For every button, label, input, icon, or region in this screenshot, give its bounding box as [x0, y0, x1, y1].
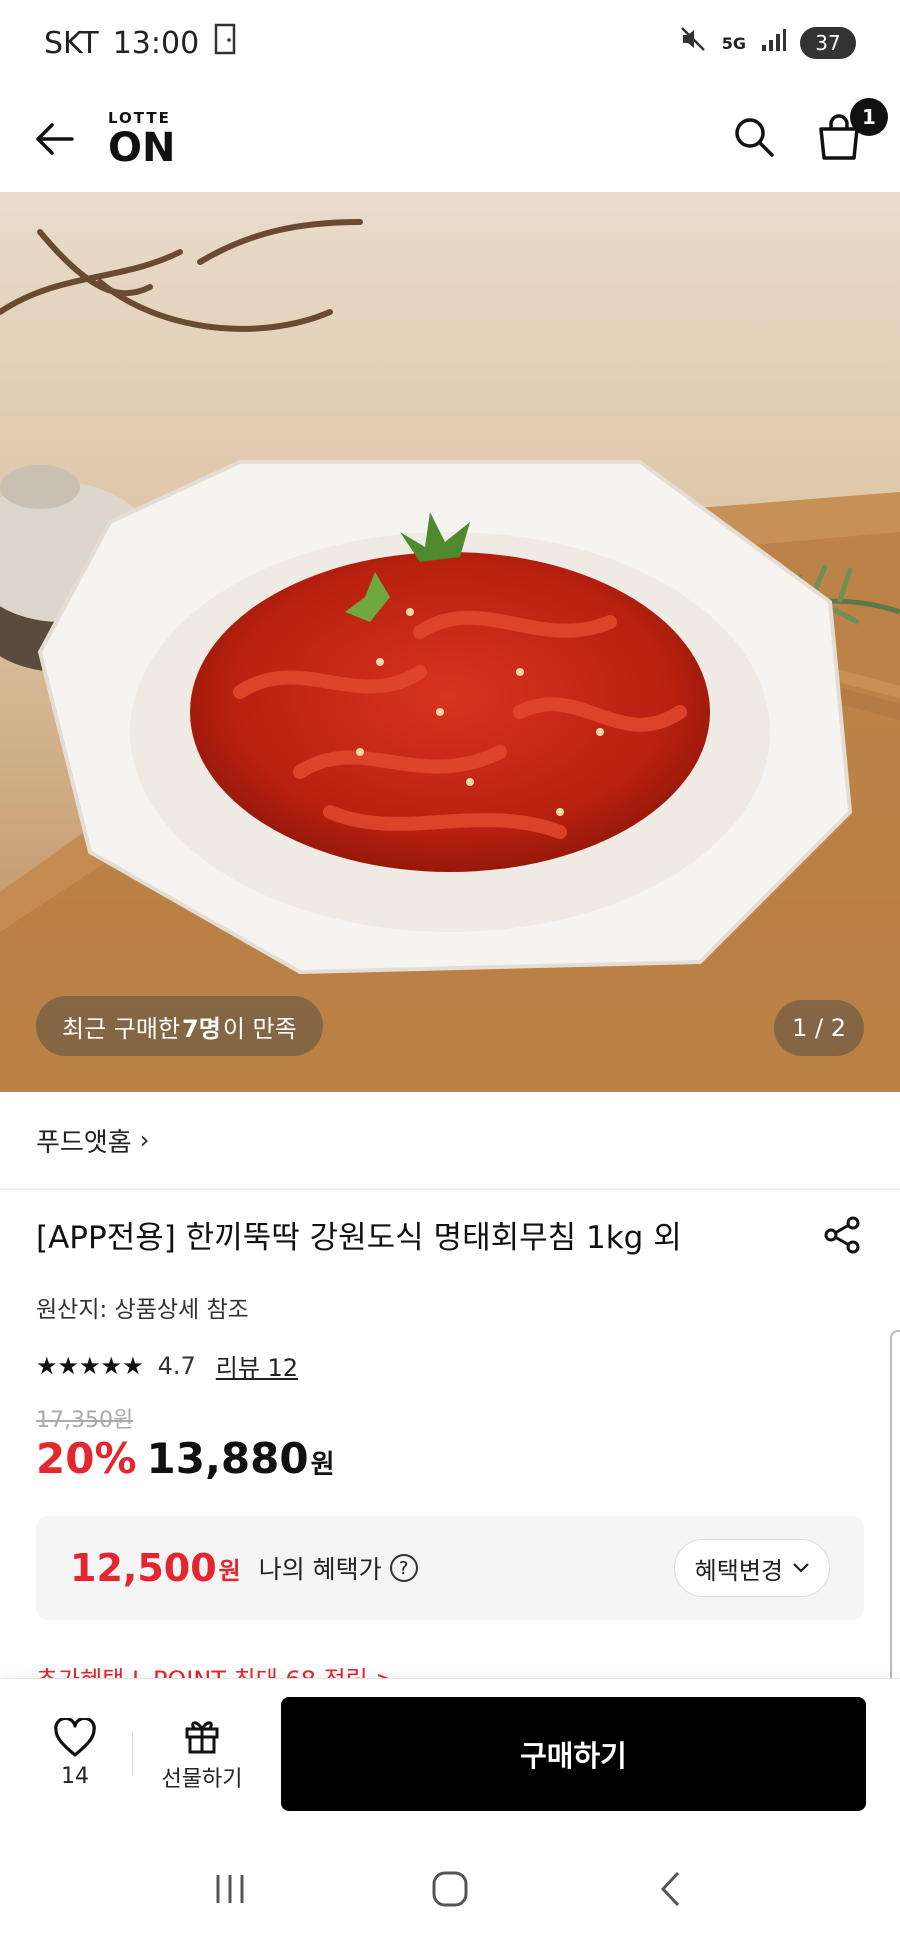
chevron-down-icon — [793, 1563, 809, 1573]
benefit-price: 12,500 — [70, 1546, 217, 1590]
header-actions: 1 — [732, 98, 888, 166]
bottom-action-bar: 14 선물하기 구매하기 — [0, 1678, 900, 1828]
recent-apps-button[interactable] — [200, 1859, 260, 1919]
bar-divider — [132, 1731, 133, 1776]
logo-top-text: LOTTE — [108, 108, 171, 127]
clock: 13:00 — [112, 25, 200, 61]
network-type: 5G — [721, 33, 746, 53]
price-currency: 원 — [310, 1450, 335, 1480]
gift-button[interactable]: 선물하기 — [147, 1715, 257, 1793]
benefit-label: 나의 혜택가 — [258, 1555, 382, 1584]
my-benefit-price-box: 12,500 원 나의 혜택가 ? 혜택변경 — [36, 1516, 864, 1620]
app-header: LOTTE ON 1 — [0, 86, 900, 192]
search-button[interactable] — [732, 115, 776, 163]
product-title-row: [APP전용] 한끼뚝딱 강원도식 명태회무침 1kg 외 — [36, 1212, 864, 1257]
change-benefit-label: 혜택변경 — [694, 1556, 783, 1585]
like-button[interactable]: 14 — [32, 1718, 118, 1789]
star-rating-icon: ★★★★★ — [36, 1351, 144, 1380]
mute-icon — [678, 24, 708, 62]
carrier-label: SKT — [44, 25, 99, 61]
benefit-currency: 원 — [218, 1556, 241, 1585]
change-benefit-button[interactable]: 혜택변경 — [673, 1539, 830, 1597]
product-title: [APP전용] 한끼뚝딱 강원도식 명태회무침 1kg 외 — [36, 1220, 682, 1256]
help-icon[interactable]: ? — [389, 1554, 418, 1582]
back-button[interactable] — [32, 117, 76, 161]
brand-store-link[interactable]: 푸드앳홈 › — [0, 1092, 900, 1190]
heart-icon — [54, 1718, 96, 1757]
gift-label: 선물하기 — [161, 1766, 243, 1792]
image-page-counter: 1 / 2 — [774, 1000, 864, 1056]
chevron-right-icon: › — [139, 1126, 150, 1154]
cart-count-badge: 1 — [850, 98, 888, 136]
home-button[interactable] — [420, 1859, 480, 1919]
signal-icon — [760, 26, 786, 61]
status-left: SKT 13:00 — [44, 23, 239, 63]
product-image-carousel[interactable]: 최근 구매한 7명 이 만족 1 / 2 — [0, 192, 900, 1092]
rating-value: 4.7 — [157, 1351, 196, 1380]
battery-indicator: 37 — [800, 27, 856, 59]
buy-button[interactable]: 구매하기 — [281, 1696, 866, 1811]
side-edge-handle[interactable] — [890, 1330, 900, 1686]
home-icon — [432, 1871, 468, 1907]
status-bar: SKT 13:00 5G 37 — [0, 0, 900, 86]
gift-icon — [185, 1720, 219, 1753]
logo-main-text: ON — [108, 124, 176, 171]
buyer-suffix: 이 만족 — [222, 1014, 297, 1043]
system-back-button[interactable] — [640, 1859, 700, 1919]
original-price: 17,350원 — [36, 1408, 134, 1433]
cart-button[interactable]: 1 — [814, 98, 888, 166]
origin-info: 원산지: 상품상세 참조 — [36, 1297, 249, 1323]
review-link[interactable]: 리뷰 12 — [216, 1348, 298, 1383]
recent-buyers-badge: 최근 구매한 7명 이 만족 — [36, 996, 323, 1056]
system-nav-bar — [0, 1828, 900, 1950]
search-icon — [735, 118, 774, 157]
price-row: 20% 13,880 원 — [36, 1434, 335, 1483]
share-button[interactable] — [820, 1213, 864, 1257]
buyer-prefix: 최근 구매한 — [62, 1014, 181, 1043]
buyer-count: 7명 — [182, 1014, 221, 1043]
rating-row: ★★★★★ 4.7 리뷰 12 — [36, 1348, 298, 1383]
door-icon — [213, 23, 239, 63]
brand-name: 푸드앳홈 — [36, 1127, 132, 1158]
share-icon — [824, 1216, 860, 1253]
lotte-on-logo[interactable]: LOTTE ON — [108, 108, 176, 171]
product-photo — [0, 192, 900, 1092]
status-right: 5G 37 — [678, 24, 856, 62]
like-count: 14 — [61, 1764, 89, 1789]
back-chevron-icon — [660, 1871, 680, 1907]
arrow-left-icon — [36, 123, 74, 155]
discount-rate: 20% — [36, 1434, 137, 1483]
recent-apps-icon — [216, 1875, 244, 1903]
sale-price: 13,880 — [146, 1434, 309, 1483]
